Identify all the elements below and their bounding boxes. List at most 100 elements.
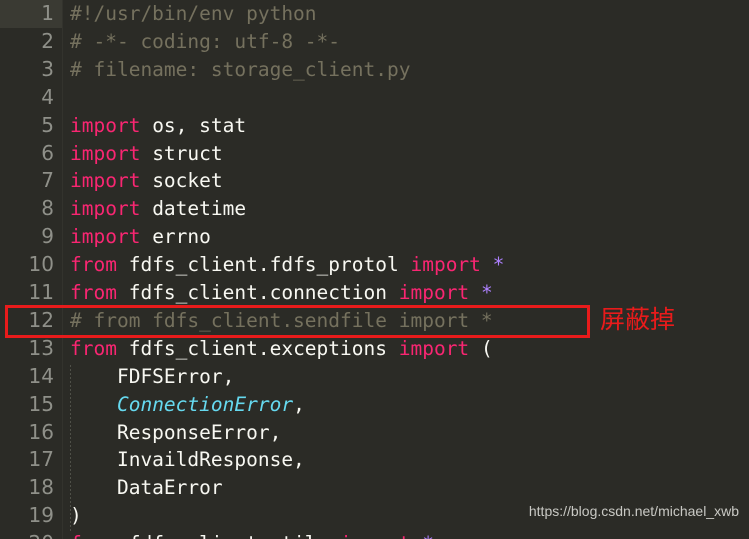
code-token: # filename: storage_client.py bbox=[70, 57, 411, 81]
code-token: fdfs_client.exceptions bbox=[116, 336, 399, 360]
line-number: 10 bbox=[28, 252, 54, 277]
code-line-text[interactable]: # -*- coding: utf-8 -*- bbox=[70, 28, 340, 56]
code-token: datetime bbox=[140, 197, 247, 221]
code-line-text[interactable]: from fdfs_client.utils import * bbox=[70, 530, 434, 539]
code-token: errno bbox=[140, 225, 211, 249]
code-token: ResponseError, bbox=[70, 420, 282, 444]
code-token: * bbox=[492, 253, 505, 277]
code-token: import bbox=[70, 141, 141, 165]
line-number: 11 bbox=[28, 280, 54, 304]
line-number: 1 bbox=[0, 0, 62, 28]
code-line-text[interactable]: ) bbox=[70, 502, 82, 530]
line-number: 9 bbox=[41, 224, 54, 249]
line-number: 17 bbox=[28, 447, 54, 472]
code-token: import bbox=[70, 197, 141, 221]
code-token: fdfs_client.fdfs_protol bbox=[116, 253, 411, 277]
code-line[interactable]: 20 from fdfs_client.utils import * bbox=[0, 530, 749, 539]
code-line-text[interactable]: # from fdfs_client.sendfile import * bbox=[70, 307, 493, 335]
line-number: 5 bbox=[41, 112, 54, 137]
code-line-text[interactable]: import datetime bbox=[70, 195, 246, 223]
code-token: #!/usr/bin/env python bbox=[70, 2, 317, 25]
line-number: 18 bbox=[28, 475, 54, 500]
code-line-text[interactable]: import os, stat bbox=[70, 112, 246, 140]
code-token: from bbox=[70, 532, 117, 539]
code-line[interactable]: 2 # -*- coding: utf-8 -*- bbox=[0, 28, 749, 56]
code-line-text[interactable]: from fdfs_client.exceptions import ( bbox=[70, 335, 493, 363]
code-token: import bbox=[398, 336, 470, 360]
indent-guide bbox=[70, 364, 71, 533]
code-line[interactable]: 14 FDFSError, bbox=[0, 363, 749, 391]
code-line[interactable]: 6 import struct bbox=[0, 140, 749, 168]
code-line-text[interactable]: ResponseError, bbox=[70, 419, 281, 447]
code-token: * bbox=[422, 532, 434, 539]
code-token: import bbox=[70, 169, 141, 193]
line-number: 7 bbox=[41, 168, 54, 193]
line-number: 16 bbox=[28, 419, 54, 444]
code-token: import bbox=[410, 253, 481, 277]
code-token: # from fdfs_client.sendfile import * bbox=[70, 308, 493, 332]
code-token: os, stat bbox=[140, 113, 247, 137]
code-token: from bbox=[70, 253, 117, 277]
watermark-url: https://blog.csdn.net/michael_xwb bbox=[528, 503, 739, 519]
code-line-text[interactable]: import struct bbox=[70, 140, 223, 168]
code-line-text[interactable]: import errno bbox=[70, 223, 211, 251]
code-token: fdfs_client.connection bbox=[116, 281, 399, 304]
code-token: import bbox=[340, 532, 410, 539]
line-number: 13 bbox=[28, 335, 54, 360]
code-line-text[interactable]: import socket bbox=[70, 167, 223, 195]
line-number: 8 bbox=[41, 196, 54, 221]
code-line[interactable]: 9 import errno bbox=[0, 223, 749, 251]
code-line[interactable]: 5 import os, stat bbox=[0, 112, 749, 140]
code-token: import bbox=[70, 225, 141, 249]
code-line[interactable]: 10 from fdfs_client.fdfs_protol import * bbox=[0, 251, 749, 279]
line-number: 19 bbox=[28, 503, 54, 528]
code-line[interactable]: 3 # filename: storage_client.py bbox=[0, 56, 749, 84]
code-token: InvaildResponse, bbox=[70, 448, 305, 472]
code-line[interactable]: 18 DataError bbox=[0, 474, 749, 502]
code-line[interactable]: 1 #!/usr/bin/env python bbox=[0, 0, 749, 28]
code-line-text[interactable]: # filename: storage_client.py bbox=[70, 56, 410, 84]
line-number: 15 bbox=[28, 391, 54, 416]
code-line[interactable]: 7 import socket bbox=[0, 167, 749, 195]
code-token: import bbox=[398, 281, 470, 304]
code-line[interactable]: 17 InvaildResponse, bbox=[0, 446, 749, 474]
code-line-text[interactable]: DataError bbox=[70, 474, 223, 502]
code-line-text[interactable]: ConnectionError, bbox=[70, 391, 305, 419]
code-line-text[interactable]: #!/usr/bin/env python bbox=[70, 0, 317, 28]
line-number: 3 bbox=[41, 56, 54, 81]
code-token: DataError bbox=[70, 476, 223, 500]
code-line-text[interactable]: FDFSError, bbox=[70, 363, 234, 391]
line-number: 2 bbox=[41, 28, 54, 53]
code-token: from bbox=[70, 281, 117, 304]
line-number: 4 bbox=[41, 84, 54, 109]
code-token: ConnectionError bbox=[116, 392, 294, 416]
code-token: , bbox=[293, 392, 305, 416]
line-number: 12 bbox=[28, 307, 54, 332]
line-number: 6 bbox=[41, 140, 54, 165]
code-line[interactable]: 13 from fdfs_client.exceptions import ( bbox=[0, 335, 749, 363]
code-editor[interactable]: 1 #!/usr/bin/env python 2 # -*- coding: utf… bbox=[0, 0, 749, 539]
code-line-text[interactable]: InvaildResponse, bbox=[70, 446, 305, 474]
code-line[interactable]: 16 ResponseError, bbox=[0, 419, 749, 447]
code-line[interactable]: 8 import datetime bbox=[0, 195, 749, 223]
code-line[interactable]: 15 ConnectionError, bbox=[0, 391, 749, 419]
code-token: * bbox=[480, 281, 493, 304]
code-token: import bbox=[70, 113, 141, 137]
code-token: FDFSError, bbox=[70, 364, 235, 388]
code-token: struct bbox=[140, 141, 223, 165]
code-token: socket bbox=[140, 169, 223, 193]
code-line[interactable]: 4 bbox=[0, 84, 749, 112]
code-token: fdfs_client.utils bbox=[117, 532, 340, 539]
code-line-text[interactable]: from fdfs_client.connection import * bbox=[70, 279, 493, 307]
code-line-text[interactable]: from fdfs_client.fdfs_protol import * bbox=[70, 251, 504, 279]
code-token: from bbox=[70, 336, 117, 360]
annotation-label: 屏蔽掉 bbox=[600, 305, 676, 334]
code-token: ( bbox=[480, 336, 493, 360]
line-number: 20 bbox=[0, 530, 62, 539]
code-token: ) bbox=[70, 504, 82, 528]
